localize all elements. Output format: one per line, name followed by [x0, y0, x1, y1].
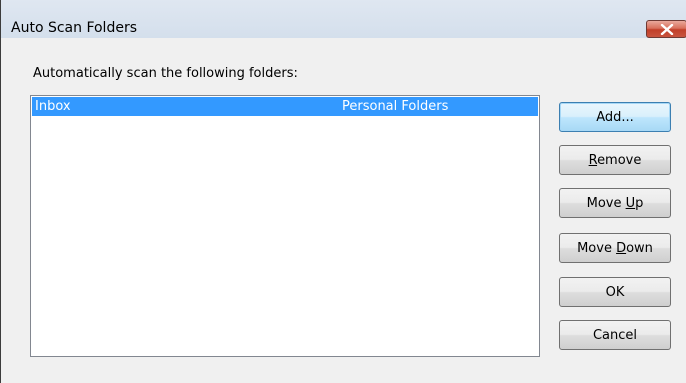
folder-list-item[interactable]: Inbox Personal Folders: [32, 97, 538, 116]
remove-button-mnemonic: R: [588, 152, 598, 168]
dialog-body: Automatically scan the following folders…: [1, 38, 686, 383]
move-down-button[interactable]: Move Down: [559, 233, 671, 263]
move-up-button-mnemonic: U: [625, 195, 636, 211]
title-bar[interactable]: Auto Scan Folders: [1, 0, 686, 38]
ok-button[interactable]: OK: [559, 277, 671, 307]
move-down-button-mnemonic: D: [616, 240, 627, 256]
add-button[interactable]: Add...: [559, 102, 671, 132]
folder-list[interactable]: Inbox Personal Folders: [30, 95, 540, 357]
folders-prompt-label: Automatically scan the following folders…: [33, 66, 298, 81]
move-up-button-label-post: p: [635, 195, 644, 211]
folder-name: Inbox: [35, 99, 71, 114]
close-button[interactable]: [646, 20, 686, 38]
move-down-button-label-pre: Move: [577, 240, 617, 256]
move-up-button[interactable]: Move Up: [559, 188, 671, 218]
folder-store: Personal Folders: [342, 99, 449, 114]
move-up-button-label-pre: Move: [586, 195, 626, 211]
move-down-button-label-post: own: [626, 240, 653, 256]
auto-scan-folders-dialog: Auto Scan Folders Automatically scan the…: [0, 0, 686, 383]
close-x-icon: [660, 24, 674, 35]
window-title: Auto Scan Folders: [11, 20, 137, 36]
cancel-button[interactable]: Cancel: [559, 320, 671, 350]
remove-button[interactable]: Remove: [559, 145, 671, 175]
remove-button-label-post: emove: [597, 152, 642, 168]
